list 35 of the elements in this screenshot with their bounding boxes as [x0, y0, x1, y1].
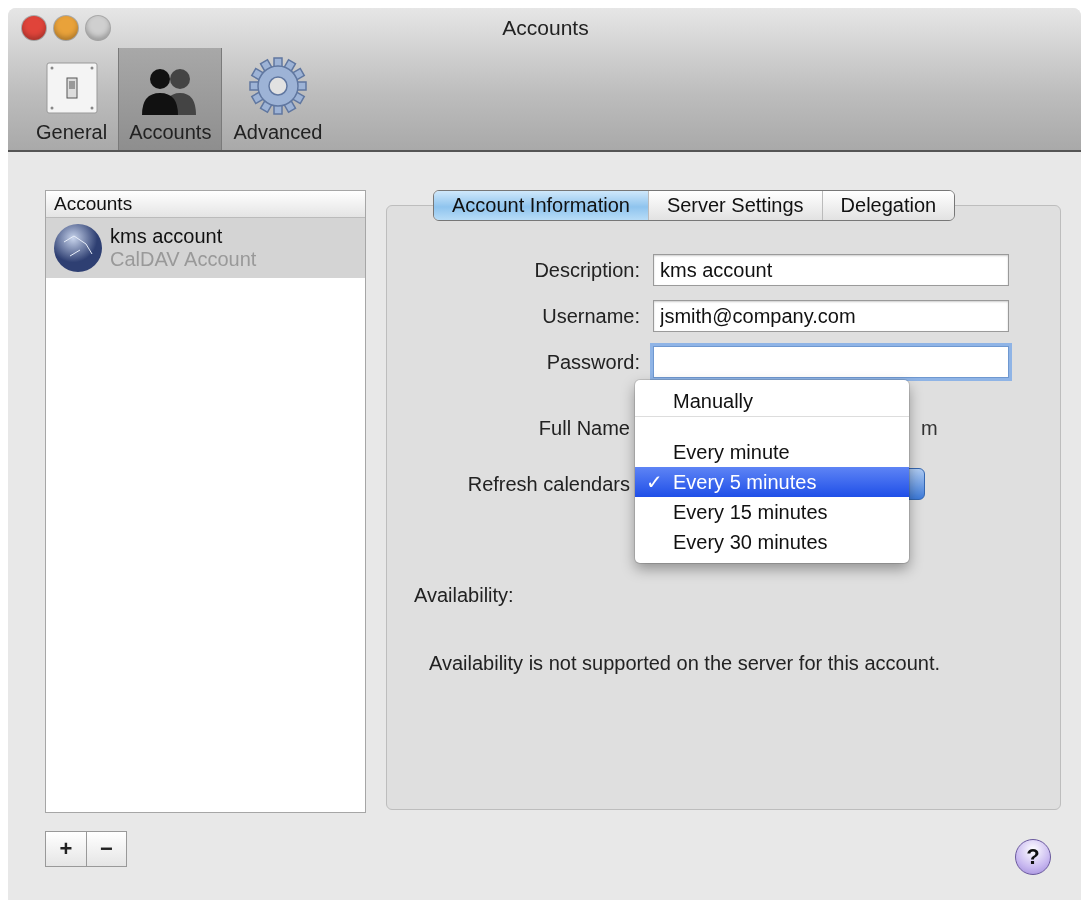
menu-item[interactable]: Every minute — [635, 437, 909, 467]
field-label: Full Name — [537, 416, 630, 440]
toolbar-tab[interactable]: General — [25, 48, 119, 150]
account-type: CalDAV Account — [110, 248, 257, 271]
field-label: Refresh calendars — [466, 472, 630, 496]
help-button[interactable]: ? — [1015, 839, 1051, 875]
input-field[interactable]: jsmith@company.com — [653, 300, 1009, 332]
close-button[interactable] — [22, 16, 46, 40]
availability-label: Availability: — [414, 584, 514, 607]
minimize-button[interactable] — [54, 16, 78, 40]
input-field[interactable] — [653, 346, 1009, 378]
availability-message: Availability is not supported on the server for this account. — [429, 652, 940, 675]
remove-button[interactable]: − — [86, 832, 126, 866]
zoom-button[interactable] — [86, 16, 110, 40]
toolbar-tab[interactable]: Accounts — [118, 48, 223, 150]
menu-item[interactable]: Manually — [635, 386, 909, 417]
account-name: kms account — [110, 225, 224, 248]
field-label: Description: — [533, 258, 640, 282]
field-label: Password: — [545, 350, 640, 374]
menu-item[interactable]: Every 30 minutes — [635, 527, 909, 557]
switch-icon — [44, 61, 99, 115]
tab[interactable]: Server Settings — [647, 191, 822, 220]
field-label: Username: — [541, 304, 640, 328]
window-title: Accounts — [501, 16, 590, 40]
gear-icon — [248, 57, 307, 115]
tab[interactable]: Account Information — [434, 191, 648, 220]
account-item[interactable]: kms account CalDAV Account — [46, 218, 365, 278]
list-header: Accounts — [46, 191, 365, 218]
menu-item[interactable]: ✓ Every 5 minutes — [635, 467, 909, 497]
tab[interactable]: Delegation — [821, 191, 955, 220]
input-field[interactable]: kms account — [653, 254, 1009, 286]
globe-icon — [52, 222, 104, 274]
full-name-value: m — [921, 416, 938, 441]
toolbar-tab[interactable]: Advanced — [222, 48, 334, 150]
menu-item[interactable]: Every 15 minutes — [635, 497, 909, 527]
